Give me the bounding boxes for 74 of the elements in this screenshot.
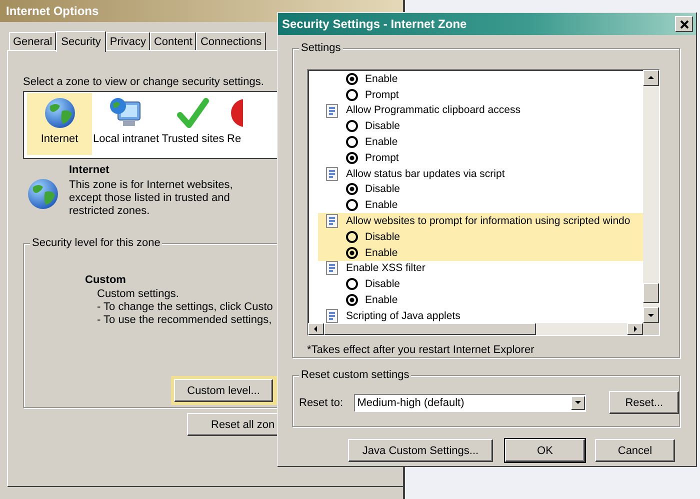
zone-label: Internet	[40, 133, 78, 145]
globe-icon	[27, 178, 59, 210]
reset-button[interactable]: Reset...	[609, 391, 679, 414]
radio-button[interactable]	[346, 278, 358, 290]
level-description: Custom settings. - To change the settings, click Custo - To use the recommended settings,	[96, 288, 273, 327]
tab[interactable]: Content	[150, 32, 196, 50]
zone-item[interactable]: Local intranet	[93, 93, 159, 155]
option-label: Prompt	[365, 88, 399, 101]
option-label: Enable	[365, 246, 398, 259]
radio-button[interactable]	[346, 230, 358, 243]
option-label: Disable	[365, 278, 400, 290]
setting-title: Allow websites to prompt for information using scripted windo	[346, 215, 630, 228]
script-icon	[324, 260, 340, 276]
vertical-scrollbar[interactable]	[643, 70, 659, 323]
option-label: Disable	[365, 230, 400, 243]
radio-button[interactable]	[346, 246, 358, 259]
setting-title: Scripting of Java applets	[346, 310, 460, 322]
option-label: Prompt	[365, 152, 399, 164]
radio-button[interactable]	[346, 152, 358, 164]
tab[interactable]: General	[9, 32, 56, 50]
level-dropdown[interactable]: Medium-high (default)	[354, 394, 586, 412]
radio-button[interactable]	[346, 199, 358, 212]
radio-button[interactable]	[346, 72, 358, 85]
zone-item[interactable]: Re	[227, 93, 242, 155]
dialog-button[interactable]: OK	[505, 439, 585, 462]
script-icon	[324, 102, 340, 118]
option-label: Disable	[365, 120, 400, 132]
radio-button[interactable]	[346, 136, 358, 148]
radio-button[interactable]	[346, 120, 358, 132]
option-label: Enable	[365, 294, 398, 306]
zone-label: Local intranet	[92, 133, 160, 145]
close-button[interactable]	[675, 16, 693, 32]
computer-globe-icon	[109, 97, 143, 129]
check-icon	[176, 97, 210, 129]
radio-button[interactable]	[346, 88, 358, 101]
dialog-button[interactable]: Java Custom Settings...	[348, 439, 493, 462]
tab[interactable]: Privacy	[106, 32, 150, 50]
level-name: Custom	[85, 274, 126, 286]
radio-button[interactable]	[346, 294, 358, 306]
option-label: Enable	[365, 199, 398, 212]
zone-prompt: Select a zone to view or change security settings.	[23, 76, 264, 88]
footnote: *Takes effect after you restart Internet Explorer	[307, 344, 536, 356]
reset-to-label: Reset to:	[299, 396, 344, 408]
setting-title: Allow status bar updates via script	[346, 168, 505, 180]
zone-item[interactable]: Trusted sites	[160, 93, 226, 155]
option-label: Disable	[365, 183, 400, 196]
script-icon	[324, 308, 340, 323]
tab[interactable]: Connections	[196, 32, 266, 50]
script-icon	[324, 213, 340, 230]
dialog-button[interactable]: Cancel	[595, 439, 675, 462]
radio-button[interactable]	[346, 183, 358, 196]
scroll-thumb[interactable]	[324, 323, 536, 335]
horizontal-scrollbar[interactable]	[308, 323, 643, 335]
zone-description: This zone is for Internet websites, except those listed in trusted and restricted zones.	[69, 179, 233, 218]
option-label: Enable	[365, 72, 398, 85]
tab[interactable]: Security	[56, 31, 106, 52]
scroll-thumb[interactable]	[643, 283, 659, 303]
group-legend: Settings	[299, 42, 343, 54]
zone-name: Internet	[69, 164, 110, 176]
custom-level-button[interactable]: Custom level...	[174, 379, 273, 402]
zone-label: Re	[227, 133, 242, 145]
group-legend: Security level for this zone	[30, 237, 162, 249]
option-label: Enable	[365, 136, 398, 148]
close-icon	[678, 18, 690, 30]
globe-icon	[44, 97, 76, 129]
zone-label: Trusted sites	[162, 133, 224, 145]
dropdown-value: Medium-high (default)	[357, 396, 464, 408]
setting-title: Allow Programmatic clipboard access	[346, 104, 520, 116]
setting-title: Enable XSS filter	[346, 262, 426, 274]
script-icon	[324, 166, 340, 182]
zone-item[interactable]: Internet	[27, 93, 92, 155]
group-legend: Reset custom settings	[299, 369, 412, 381]
scrollbar-corner	[643, 323, 659, 335]
caret-icon	[574, 399, 582, 406]
